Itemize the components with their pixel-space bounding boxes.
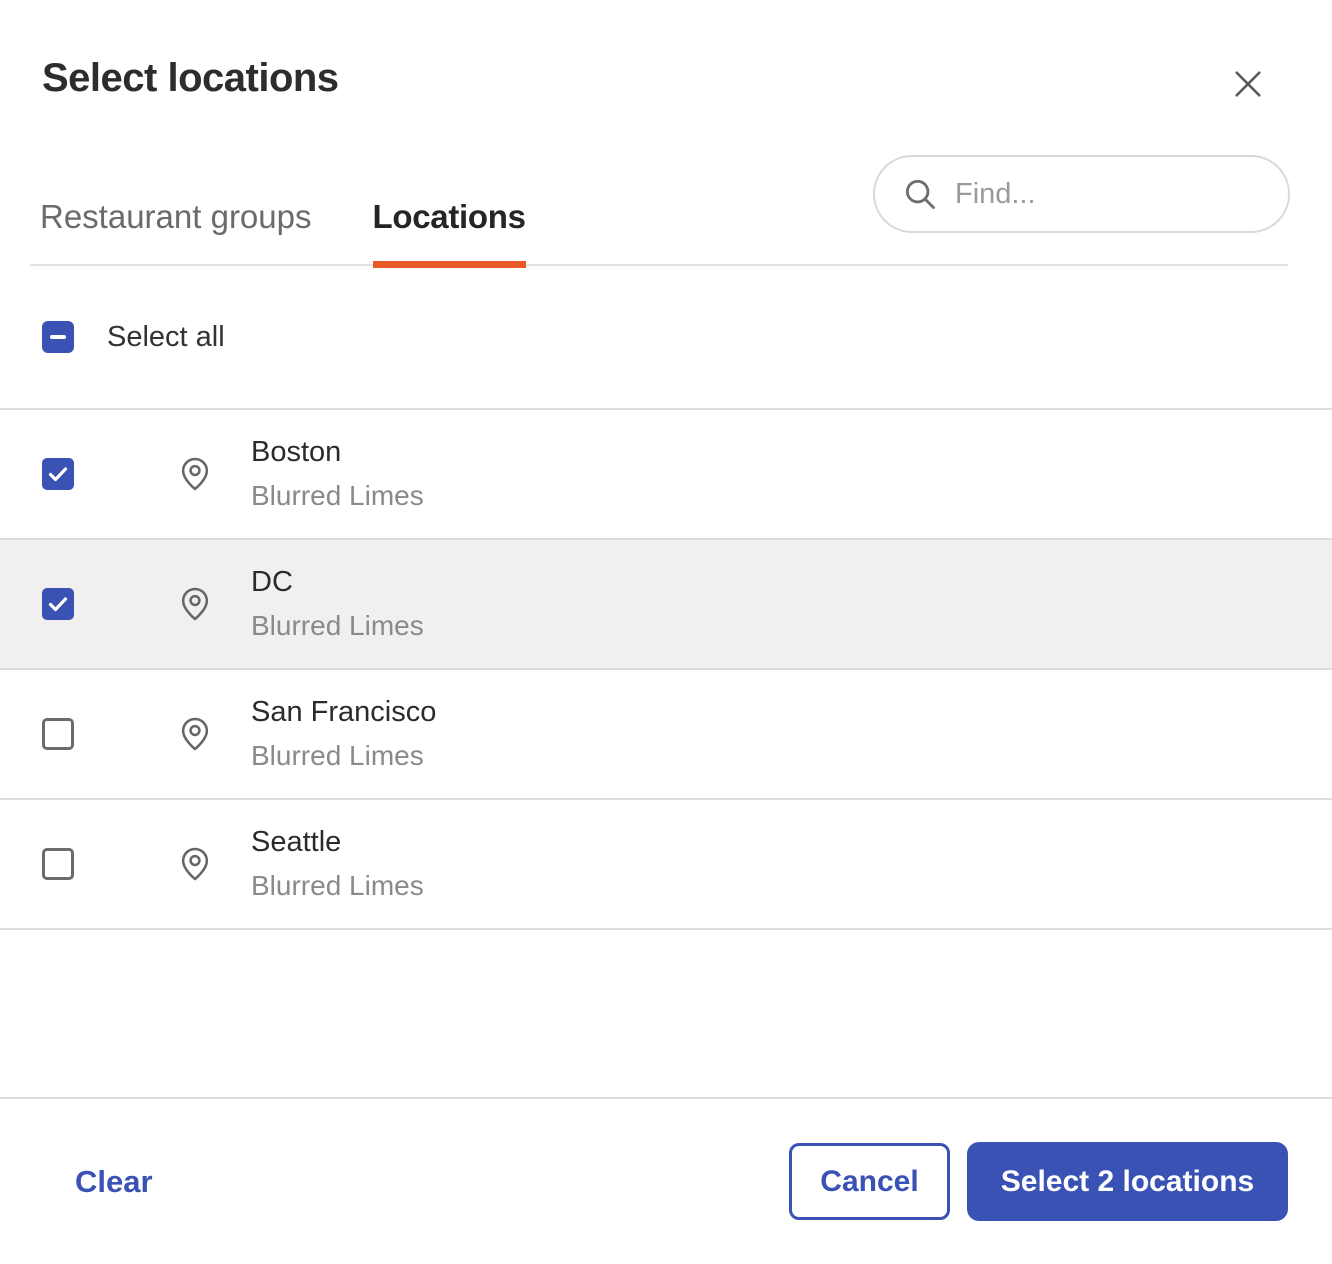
map-pin-icon [176,583,214,625]
location-name: San Francisco [251,696,436,729]
location-checkbox[interactable] [42,588,74,620]
check-icon [46,592,70,616]
tab-restaurant-groups[interactable]: Restaurant groups [40,198,312,264]
location-name: DC [251,566,424,599]
location-row-dc[interactable]: DC Blurred Limes [0,540,1332,670]
location-group: Blurred Limes [251,480,424,512]
modal-title: Select locations [42,56,339,101]
modal-footer: Clear Cancel Select 2 locations [0,1097,1332,1264]
map-pin-icon [176,843,214,885]
select-all-row: Select all [0,266,1332,408]
tab-locations[interactable]: Locations [373,198,526,264]
select-locations-modal: Select locations Restaurant groups Locat… [0,0,1332,1264]
location-group: Blurred Limes [251,740,436,772]
location-row-boston[interactable]: Boston Blurred Limes [0,410,1332,540]
location-name: Boston [251,436,424,469]
location-name: Seattle [251,826,424,859]
select-all-checkbox[interactable] [42,321,74,353]
location-checkbox[interactable] [42,458,74,490]
select-all-label: Select all [107,321,225,354]
location-row-seattle[interactable]: Seattle Blurred Limes [0,800,1332,930]
location-checkbox[interactable] [42,718,74,750]
submit-button[interactable]: Select 2 locations [967,1142,1288,1221]
clear-button[interactable]: Clear [75,1164,153,1200]
check-icon [46,462,70,486]
minus-icon [48,327,68,347]
map-pin-icon [176,713,214,755]
cancel-button[interactable]: Cancel [789,1143,950,1220]
tabbar: Restaurant groups Locations [30,178,1288,266]
location-row-san-francisco[interactable]: San Francisco Blurred Limes [0,670,1332,800]
location-group: Blurred Limes [251,610,424,642]
close-icon [1231,67,1265,101]
close-button[interactable] [1222,58,1274,110]
location-checkbox[interactable] [42,848,74,880]
map-pin-icon [176,453,214,495]
location-group: Blurred Limes [251,870,424,902]
locations-list: Boston Blurred Limes DC Blurred Limes [0,408,1332,930]
